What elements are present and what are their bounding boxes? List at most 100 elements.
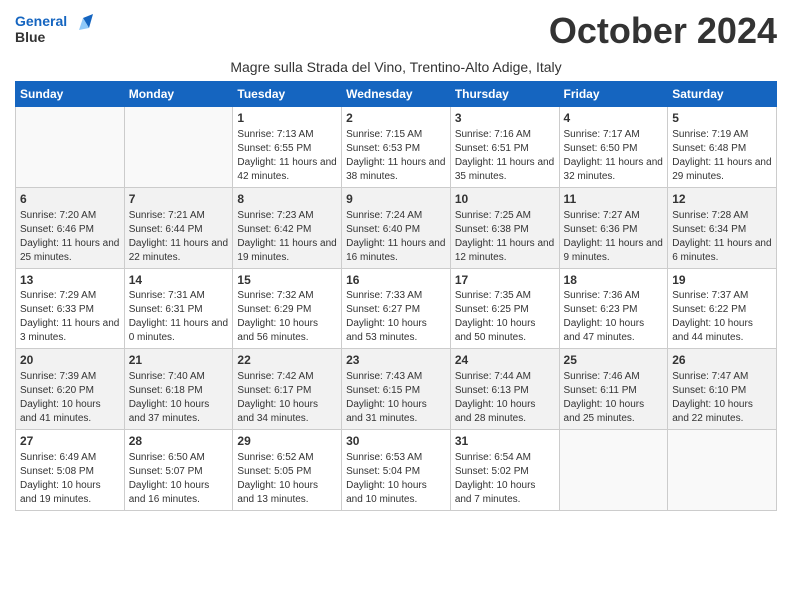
day-number: 2 [346,110,446,127]
cell-info-line: Daylight: 11 hours and 16 minutes. [346,237,446,265]
day-number: 12 [672,191,772,208]
cell-info-line: Sunrise: 7:46 AM [564,370,664,384]
calendar-cell: 14Sunrise: 7:31 AMSunset: 6:31 PMDayligh… [124,268,233,349]
day-number: 8 [237,191,337,208]
calendar-cell: 16Sunrise: 7:33 AMSunset: 6:27 PMDayligh… [342,268,451,349]
cell-info-line: Sunrise: 7:37 AM [672,289,772,303]
calendar-cell [124,107,233,188]
cell-info-line: Daylight: 11 hours and 6 minutes. [672,237,772,265]
cell-info-line: Sunrise: 7:47 AM [672,370,772,384]
cell-info-line: Sunrise: 7:21 AM [129,209,229,223]
cell-info-line: Daylight: 11 hours and 35 minutes. [455,156,555,184]
calendar-header-row: SundayMondayTuesdayWednesdayThursdayFrid… [16,82,777,107]
calendar-cell: 21Sunrise: 7:40 AMSunset: 6:18 PMDayligh… [124,349,233,430]
day-number: 22 [237,352,337,369]
cell-content: 20Sunrise: 7:39 AMSunset: 6:20 PMDayligh… [20,352,120,426]
calendar-cell: 19Sunrise: 7:37 AMSunset: 6:22 PMDayligh… [668,268,777,349]
calendar-cell: 7Sunrise: 7:21 AMSunset: 6:44 PMDaylight… [124,187,233,268]
weekday-header-friday: Friday [559,82,668,107]
calendar-cell: 5Sunrise: 7:19 AMSunset: 6:48 PMDaylight… [668,107,777,188]
cell-info-line: Sunset: 6:55 PM [237,142,337,156]
day-number: 6 [20,191,120,208]
cell-info-line: Sunset: 6:50 PM [564,142,664,156]
cell-info-line: Sunrise: 7:33 AM [346,289,446,303]
cell-info-line: Sunset: 6:33 PM [20,303,120,317]
weekday-header-tuesday: Tuesday [233,82,342,107]
cell-info-line: Sunset: 6:11 PM [564,384,664,398]
day-number: 27 [20,433,120,450]
cell-info-line: Sunrise: 7:19 AM [672,128,772,142]
cell-content: 10Sunrise: 7:25 AMSunset: 6:38 PMDayligh… [455,191,555,265]
cell-content: 18Sunrise: 7:36 AMSunset: 6:23 PMDayligh… [564,272,664,346]
cell-content: 5Sunrise: 7:19 AMSunset: 6:48 PMDaylight… [672,110,772,184]
cell-info-line: Sunrise: 7:44 AM [455,370,555,384]
cell-info-line: Sunrise: 7:25 AM [455,209,555,223]
day-number: 23 [346,352,446,369]
calendar-table: SundayMondayTuesdayWednesdayThursdayFrid… [15,81,777,511]
cell-info-line: Daylight: 11 hours and 25 minutes. [20,237,120,265]
calendar-cell: 4Sunrise: 7:17 AMSunset: 6:50 PMDaylight… [559,107,668,188]
calendar-cell: 3Sunrise: 7:16 AMSunset: 6:51 PMDaylight… [450,107,559,188]
day-number: 29 [237,433,337,450]
cell-info-line: Daylight: 10 hours and 16 minutes. [129,479,229,507]
cell-content: 7Sunrise: 7:21 AMSunset: 6:44 PMDaylight… [129,191,229,265]
calendar-cell: 24Sunrise: 7:44 AMSunset: 6:13 PMDayligh… [450,349,559,430]
svg-text:General: General [15,13,67,29]
cell-info-line: Daylight: 10 hours and 47 minutes. [564,317,664,345]
cell-info-line: Sunset: 6:46 PM [20,223,120,237]
cell-content: 22Sunrise: 7:42 AMSunset: 6:17 PMDayligh… [237,352,337,426]
cell-info-line: Sunrise: 7:40 AM [129,370,229,384]
cell-content: 9Sunrise: 7:24 AMSunset: 6:40 PMDaylight… [346,191,446,265]
cell-info-line: Daylight: 11 hours and 12 minutes. [455,237,555,265]
cell-info-line: Sunrise: 6:52 AM [237,451,337,465]
day-number: 1 [237,110,337,127]
cell-info-line: Sunrise: 6:54 AM [455,451,555,465]
calendar-cell: 27Sunrise: 6:49 AMSunset: 5:08 PMDayligh… [16,430,125,511]
calendar-cell: 22Sunrise: 7:42 AMSunset: 6:17 PMDayligh… [233,349,342,430]
cell-content: 11Sunrise: 7:27 AMSunset: 6:36 PMDayligh… [564,191,664,265]
cell-info-line: Sunset: 6:25 PM [455,303,555,317]
cell-info-line: Daylight: 10 hours and 53 minutes. [346,317,446,345]
cell-info-line: Daylight: 11 hours and 3 minutes. [20,317,120,345]
cell-info-line: Sunrise: 7:36 AM [564,289,664,303]
day-number: 17 [455,272,555,289]
svg-text:Blue: Blue [15,29,46,45]
day-number: 31 [455,433,555,450]
cell-info-line: Sunset: 6:36 PM [564,223,664,237]
calendar-week-4: 20Sunrise: 7:39 AMSunset: 6:20 PMDayligh… [16,349,777,430]
cell-info-line: Sunset: 6:44 PM [129,223,229,237]
cell-info-line: Sunrise: 7:42 AM [237,370,337,384]
calendar-cell: 18Sunrise: 7:36 AMSunset: 6:23 PMDayligh… [559,268,668,349]
cell-info-line: Sunrise: 7:13 AM [237,128,337,142]
cell-info-line: Sunset: 5:02 PM [455,465,555,479]
weekday-header-saturday: Saturday [668,82,777,107]
cell-info-line: Sunset: 6:42 PM [237,223,337,237]
cell-info-line: Sunset: 5:08 PM [20,465,120,479]
day-number: 3 [455,110,555,127]
calendar-cell: 13Sunrise: 7:29 AMSunset: 6:33 PMDayligh… [16,268,125,349]
cell-info-line: Sunset: 6:40 PM [346,223,446,237]
cell-content: 26Sunrise: 7:47 AMSunset: 6:10 PMDayligh… [672,352,772,426]
calendar-cell: 23Sunrise: 7:43 AMSunset: 6:15 PMDayligh… [342,349,451,430]
calendar-cell: 29Sunrise: 6:52 AMSunset: 5:05 PMDayligh… [233,430,342,511]
calendar-cell: 2Sunrise: 7:15 AMSunset: 6:53 PMDaylight… [342,107,451,188]
day-number: 18 [564,272,664,289]
cell-info-line: Daylight: 10 hours and 22 minutes. [672,398,772,426]
cell-info-line: Sunrise: 6:50 AM [129,451,229,465]
cell-info-line: Daylight: 11 hours and 19 minutes. [237,237,337,265]
calendar-cell: 11Sunrise: 7:27 AMSunset: 6:36 PMDayligh… [559,187,668,268]
calendar-cell: 31Sunrise: 6:54 AMSunset: 5:02 PMDayligh… [450,430,559,511]
cell-info-line: Daylight: 11 hours and 42 minutes. [237,156,337,184]
calendar-cell: 25Sunrise: 7:46 AMSunset: 6:11 PMDayligh… [559,349,668,430]
cell-info-line: Daylight: 10 hours and 50 minutes. [455,317,555,345]
cell-info-line: Sunset: 6:20 PM [20,384,120,398]
cell-content: 25Sunrise: 7:46 AMSunset: 6:11 PMDayligh… [564,352,664,426]
cell-info-line: Sunrise: 7:32 AM [237,289,337,303]
day-number: 4 [564,110,664,127]
cell-content: 14Sunrise: 7:31 AMSunset: 6:31 PMDayligh… [129,272,229,346]
cell-info-line: Sunset: 6:51 PM [455,142,555,156]
cell-content: 23Sunrise: 7:43 AMSunset: 6:15 PMDayligh… [346,352,446,426]
cell-content: 4Sunrise: 7:17 AMSunset: 6:50 PMDaylight… [564,110,664,184]
calendar-cell [16,107,125,188]
cell-info-line: Daylight: 10 hours and 37 minutes. [129,398,229,426]
